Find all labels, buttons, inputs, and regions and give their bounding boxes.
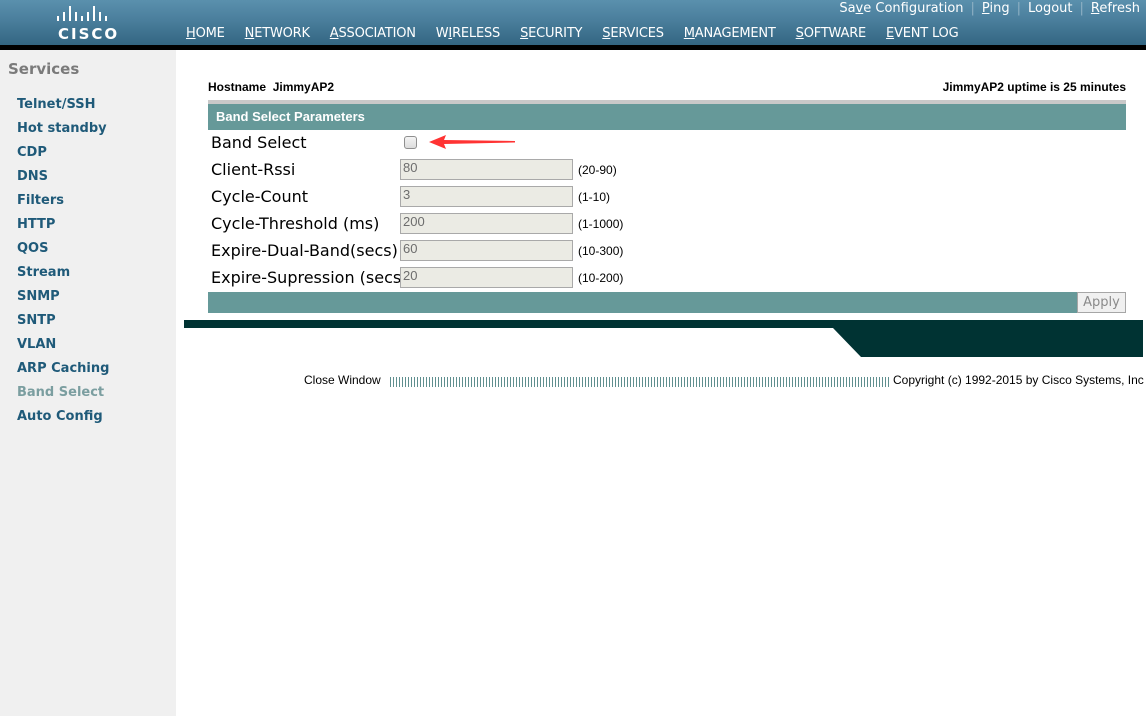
param-row-expire-supression: Expire-Supression (secs) 20 (10-200): [211, 265, 1111, 292]
expire-supression-input[interactable]: 20: [400, 267, 573, 288]
save-configuration-link[interactable]: Save Configuration: [839, 1, 963, 16]
sidebar-item-sntp[interactable]: SNTP: [17, 313, 109, 337]
cycle-count-input[interactable]: 3: [400, 186, 573, 207]
sidebar-item-auto-config[interactable]: Auto Config: [17, 409, 109, 433]
param-label: Cycle-Count: [211, 187, 309, 206]
client-rssi-input[interactable]: 80: [400, 159, 573, 180]
sidebar-item-arp-caching[interactable]: ARP Caching: [17, 361, 109, 385]
cycle-threshold-input[interactable]: 200: [400, 213, 573, 234]
tab-accesskey: E: [886, 26, 895, 41]
sidebar-item-hot-standby[interactable]: Hot standby: [17, 121, 109, 145]
separator: |: [1079, 0, 1084, 16]
footer-band: [184, 320, 1143, 357]
cisco-logo: CISCO: [50, 4, 122, 43]
logo-text: CISCO: [58, 25, 120, 43]
sidebar-item-qos[interactable]: QOS: [17, 241, 109, 265]
sidebar-item-dns[interactable]: DNS: [17, 169, 109, 193]
tab-accesskey: N: [244, 26, 255, 41]
sidebar-item-telnet-ssh[interactable]: Telnet/SSH: [17, 97, 109, 121]
hostname-row: Hostname JimmyAP2 JimmyAP2 uptime is 25 …: [208, 80, 1126, 94]
param-label: Expire-Dual-Band(secs): [211, 241, 398, 260]
tab-accesskey: A: [329, 26, 339, 41]
sidebar: Services Telnet/SSH Hot standby CDP DNS …: [0, 50, 176, 716]
sidebar-item-snmp[interactable]: SNMP: [17, 289, 109, 313]
tab-label: ERVICES: [610, 26, 664, 41]
utility-links: Save Configuration | Ping | Logout | Ref…: [839, 0, 1140, 16]
band-select-checkbox[interactable]: [404, 136, 417, 149]
tab-accesskey: M: [683, 26, 695, 41]
sidebar-item-stream[interactable]: Stream: [17, 265, 109, 289]
param-label: Expire-Supression (secs): [211, 268, 408, 287]
refresh-link[interactable]: Refresh: [1091, 1, 1140, 16]
uptime-text: JimmyAP2 uptime is 25 minutes: [942, 80, 1126, 94]
separator: |: [970, 0, 975, 16]
tab-label: ETWORK: [254, 26, 310, 41]
hostname-label: Hostname: [208, 80, 267, 94]
apply-button[interactable]: Apply: [1077, 292, 1126, 313]
sidebar-item-band-select[interactable]: Band Select: [17, 385, 109, 409]
sidebar-list: Telnet/SSH Hot standby CDP DNS Filters H…: [17, 97, 109, 433]
hostname-value: JimmyAP2: [272, 80, 335, 94]
tab-label: W: [435, 26, 449, 41]
tab-accesskey: S: [795, 26, 804, 41]
sidebar-item-vlan[interactable]: VLAN: [17, 337, 109, 361]
param-range: (1-10): [578, 190, 611, 204]
sidebar-item-http[interactable]: HTTP: [17, 217, 109, 241]
param-row-cycle-count: Cycle-Count 3 (1-10): [211, 184, 1111, 211]
tab-label: ECURITY: [528, 26, 583, 41]
footer-band-top: [184, 320, 1143, 328]
param-range: (1-1000): [578, 217, 624, 231]
cisco-bridge-icon: [57, 6, 107, 21]
param-label: Client-Rssi: [211, 160, 296, 179]
sidebar-item-filters[interactable]: Filters: [17, 193, 109, 217]
expire-dual-band-input[interactable]: 60: [400, 240, 573, 261]
tab-label: VENT LOG: [894, 26, 959, 41]
param-label: Cycle-Threshold (ms): [211, 214, 380, 233]
separator: |: [1016, 0, 1021, 16]
copyright-text: Copyright (c) 1992-2015 by Cisco Systems…: [893, 373, 1144, 387]
sidebar-title: Services: [8, 60, 80, 78]
top-header: CISCO Save Configuration | Ping | Logout…: [0, 0, 1146, 50]
tab-label: OFTWARE: [803, 26, 867, 41]
param-range: (10-200): [578, 271, 624, 285]
footer-band-wedge: [833, 328, 1143, 357]
param-range: (20-90): [578, 163, 617, 177]
tab-label: OME: [195, 26, 225, 41]
ping-link[interactable]: Ping: [982, 1, 1010, 16]
sidebar-item-cdp[interactable]: CDP: [17, 145, 109, 169]
tab-label: SSOCIATION: [338, 26, 416, 41]
tab-accesskey: H: [186, 26, 196, 41]
tab-accesskey: S: [520, 26, 529, 41]
logout-link[interactable]: Logout: [1028, 1, 1073, 16]
band-select-label: Band Select: [211, 133, 307, 152]
footer-links: Close Window: [304, 373, 381, 387]
apply-bar: Apply: [208, 292, 1126, 313]
tab-label: RELESS: [452, 26, 501, 41]
param-row-client-rssi: Client-Rssi 80 (20-90): [211, 157, 1111, 184]
tab-label: ANAGEMENT: [694, 26, 776, 41]
section-header: Band Select Parameters: [208, 100, 1126, 130]
red-arrow-icon: [429, 135, 515, 149]
section-title: Band Select Parameters: [216, 109, 365, 124]
param-range: (10-300): [578, 244, 624, 258]
band-select-row: Band Select: [211, 130, 1111, 157]
close-window-link[interactable]: Close Window: [304, 373, 381, 387]
footer-stripes: [390, 377, 890, 387]
param-row-expire-dual-band: Expire-Dual-Band(secs) 60 (10-300): [211, 238, 1111, 265]
param-row-cycle-threshold: Cycle-Threshold (ms) 200 (1-1000): [211, 211, 1111, 238]
